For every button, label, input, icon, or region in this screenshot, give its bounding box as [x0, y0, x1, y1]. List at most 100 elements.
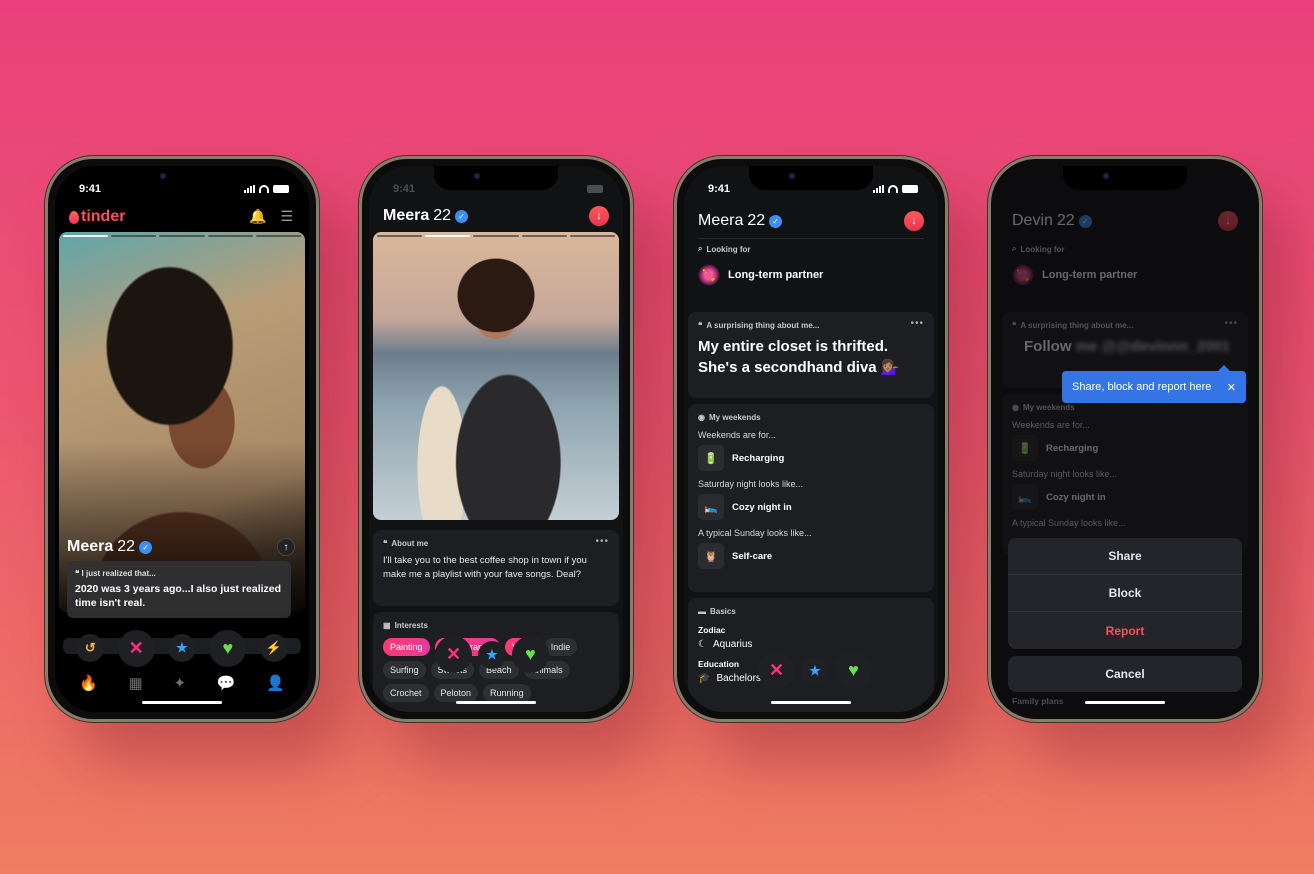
status-time: 9:41 — [708, 183, 731, 195]
screen: 9:41 Meera 22 ✓ ↓ ⌕ Looking for 💘 Long-term … — [684, 166, 938, 712]
share-button[interactable]: Share — [1008, 538, 1242, 575]
tab-gold-sparkle-icon[interactable]: ✦ — [173, 674, 186, 692]
quote-icon: ❝ — [383, 539, 388, 548]
about-me-card: ❝ About me ••• I'll take you to the best … — [373, 530, 619, 606]
block-button[interactable]: Block — [1008, 575, 1242, 612]
action-bar: ↺ ✕ ★ ♥ ⚡ — [63, 628, 301, 668]
home-indicator — [1085, 701, 1165, 704]
tab-home-flame-icon[interactable]: 🔥 — [79, 674, 98, 692]
question-icon: ◉ — [698, 413, 705, 422]
screen: Devin22✓ ↓ ⌕Looking for 💘Long-term partn… — [998, 166, 1252, 712]
graduation-cap-icon: 🎓 — [698, 673, 711, 684]
profile-photo[interactable] — [373, 232, 619, 520]
phone-profile-expanded: 9:41 Meera 22 ✓ ↓ ❝ About me ••• I'll take … — [359, 156, 633, 722]
heart-arrow-icon: 💘 — [698, 264, 720, 286]
action-sheet: Share Block Report — [1008, 538, 1242, 649]
heart-icon: ♥ — [222, 637, 234, 658]
interest-chip: Running — [483, 684, 531, 702]
owl-emoji-icon: 🦉 — [698, 543, 724, 569]
report-button[interactable]: Report — [1008, 612, 1242, 649]
interest-chip: Crochet — [383, 684, 429, 702]
verified-badge-icon: ✓ — [769, 214, 783, 228]
interest-chip: Peloton — [433, 684, 479, 702]
expand-profile-button[interactable]: ↑ — [277, 538, 295, 556]
heart-icon: ♥ — [848, 660, 859, 680]
screen: 9:41 Meera 22 ✓ ↓ ❝ About me ••• I'll take … — [369, 166, 623, 712]
home-indicator — [456, 701, 536, 704]
tinder-logo[interactable]: tinder — [69, 208, 125, 226]
bed-emoji-icon: 🛌 — [698, 494, 724, 520]
like-button[interactable]: ♥ — [512, 636, 549, 673]
star-icon: ★ — [809, 662, 821, 678]
tab-profile-icon[interactable]: 👤 — [266, 674, 285, 692]
profile-header: Meera 22 ✓ ↓ — [383, 206, 609, 226]
profile-header: Meera 22 ✓ ↓ — [698, 211, 924, 231]
notch — [749, 166, 873, 190]
home-indicator — [771, 701, 851, 704]
photo-progress — [377, 235, 616, 237]
screen: 9:41 tinder 🔔 ☰ Meera 22 ✓ ↑ ❝ I just reali… — [55, 166, 309, 712]
profile-name: Meera 22 ✓ — [67, 538, 153, 556]
more-options-icon[interactable]: ••• — [595, 536, 609, 547]
filter-sliders-icon[interactable]: ☰ — [280, 208, 293, 225]
super-like-button[interactable]: ★ — [801, 656, 829, 685]
collapse-profile-button[interactable]: ↓ — [589, 206, 609, 226]
x-icon: ✕ — [768, 660, 785, 680]
cancel-button[interactable]: Cancel — [1008, 656, 1242, 692]
more-options-icon[interactable]: ••• — [910, 318, 924, 329]
nope-button[interactable]: ✕ — [758, 652, 795, 689]
rewind-icon: ↺ — [84, 640, 96, 655]
phone-safety-sheet: Devin22✓ ↓ ⌕Looking for 💘Long-term partn… — [988, 156, 1262, 722]
floating-actions: ✕ ★ ♥ — [758, 652, 872, 689]
lightning-icon: ⚡ — [265, 640, 282, 655]
quote-icon: ❝ — [698, 321, 703, 330]
battery-icon — [587, 185, 603, 193]
interest-chip: Surfing — [383, 661, 426, 679]
rewind-button[interactable]: ↺ — [76, 634, 105, 662]
looking-for-section: ⌕Looking for 💘Long-term partner — [698, 244, 924, 286]
star-icon: ★ — [176, 640, 188, 655]
boost-button[interactable]: ⚡ — [259, 634, 288, 662]
like-button[interactable]: ♥ — [835, 652, 872, 689]
notch — [434, 166, 558, 190]
safety-tooltip: Share, block and report here ✕ — [1062, 365, 1246, 403]
profile-name: Meera 22 ✓ — [698, 212, 783, 230]
moon-icon: ☾ — [698, 639, 707, 650]
verified-badge-icon: ✓ — [139, 540, 153, 554]
x-icon: ✕ — [445, 644, 462, 664]
like-button[interactable]: ♥ — [209, 629, 247, 667]
surprising-card: ❝ A surprising thing about me... ••• My e… — [688, 312, 934, 398]
collapse-profile-button[interactable]: ↓ — [904, 211, 924, 231]
verified-badge-icon: ✓ — [455, 209, 469, 223]
prompt-card: ❝ I just realized that... 2020 was 3 yea… — [67, 561, 291, 619]
super-like-button[interactable]: ★ — [478, 640, 506, 669]
notch — [120, 166, 244, 190]
super-like-button[interactable]: ★ — [167, 634, 196, 662]
tab-chat-icon[interactable]: 💬 — [217, 674, 236, 692]
wifi-icon — [259, 185, 269, 193]
wifi-icon — [888, 185, 898, 193]
photo-progress — [63, 235, 302, 237]
tab-bar: 🔥 ▦ ✦ 💬 👤 — [67, 674, 297, 692]
nope-button[interactable]: ✕ — [435, 636, 472, 673]
tag-icon: ▬ — [698, 607, 706, 616]
interests-grid-icon: ▦ — [383, 621, 391, 630]
nope-button[interactable]: ✕ — [117, 629, 155, 667]
phone-discover: 9:41 tinder 🔔 ☰ Meera 22 ✓ ↑ ❝ I just reali… — [45, 156, 319, 722]
interest-chip: Painting — [383, 638, 430, 656]
notch — [1063, 166, 1187, 190]
x-icon: ✕ — [128, 637, 144, 658]
battery-emoji-icon: 🔋 — [698, 445, 724, 471]
tab-explore-icon[interactable]: ▦ — [128, 674, 142, 692]
star-icon: ★ — [486, 646, 498, 662]
close-icon[interactable]: ✕ — [1227, 381, 1236, 394]
floating-actions: ✕ ★ ♥ — [435, 636, 549, 673]
bell-icon[interactable]: 🔔 — [249, 208, 266, 225]
battery-icon — [902, 185, 918, 193]
flame-icon — [69, 210, 79, 224]
heart-icon: ♥ — [525, 644, 536, 664]
home-indicator — [142, 701, 222, 704]
profile-name: Meera 22 ✓ — [383, 207, 469, 225]
search-icon: ⌕ — [698, 244, 703, 253]
status-time: 9:41 — [79, 183, 102, 195]
